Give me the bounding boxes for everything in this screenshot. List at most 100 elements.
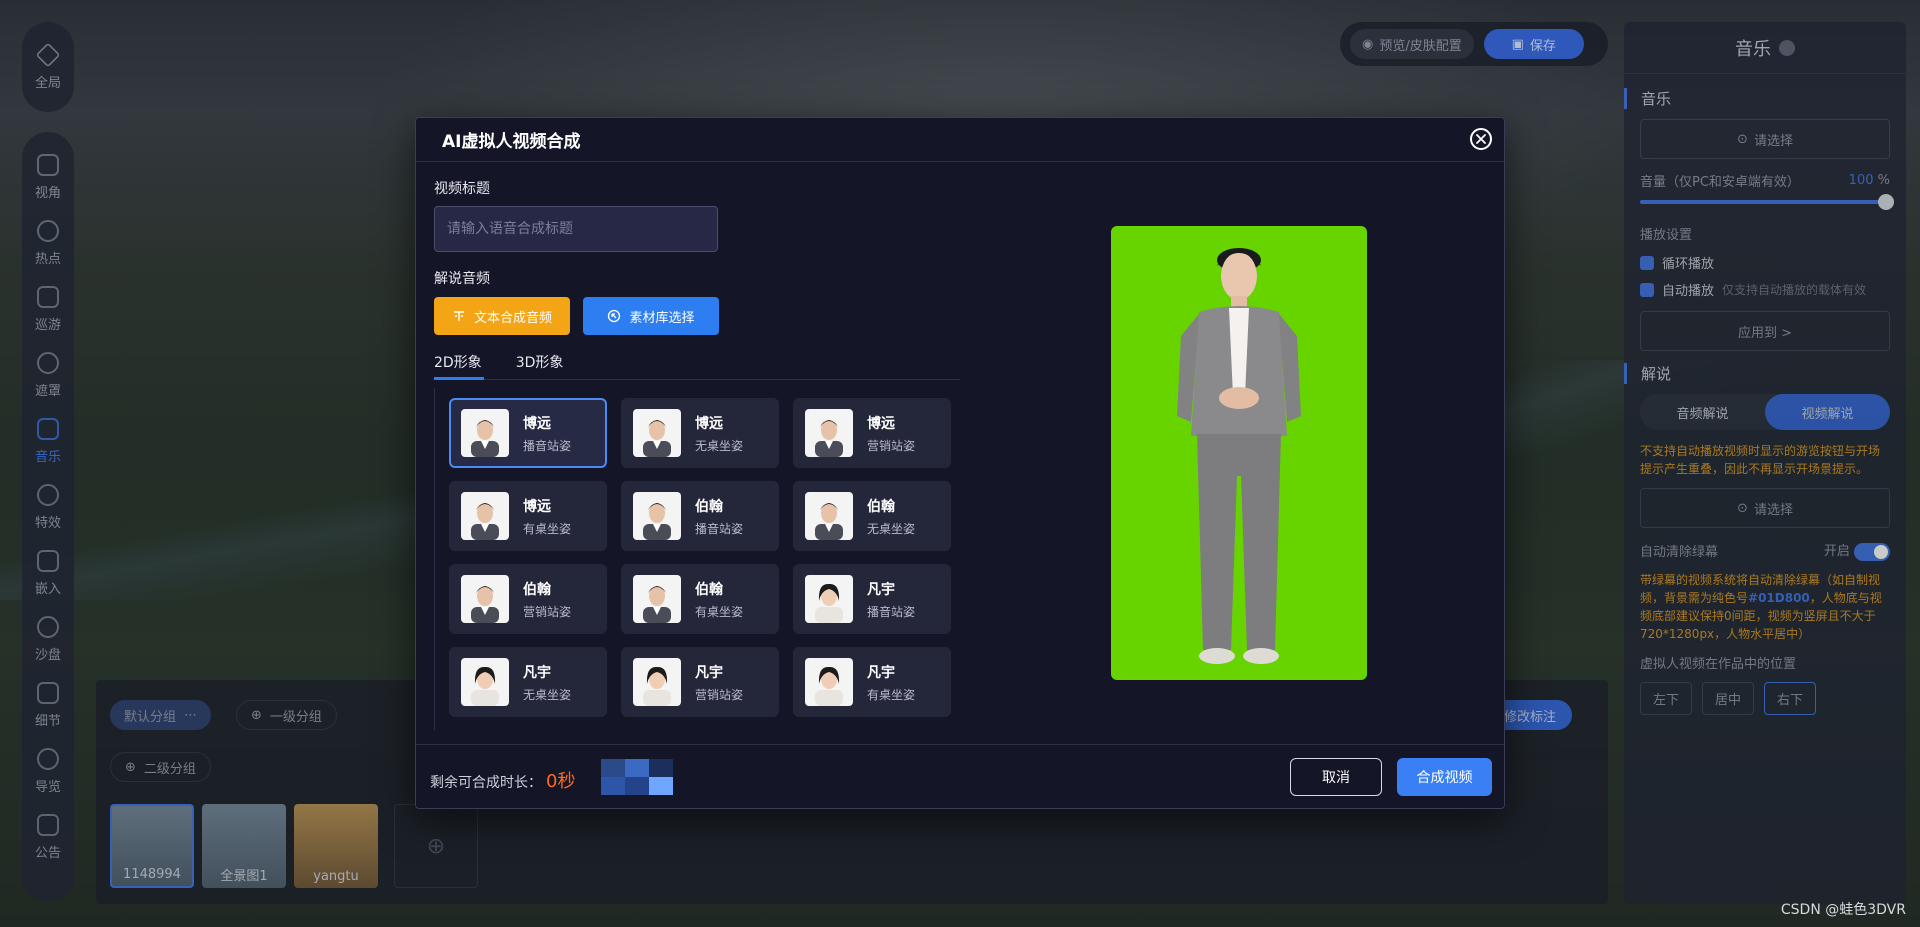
avatar-card[interactable]: 博远 有桌坐姿 — [449, 481, 607, 551]
avatar-pose: 播音站姿 — [695, 521, 744, 536]
music-icon — [36, 418, 59, 440]
avatar-info: 伯翰 有桌坐姿 — [695, 579, 743, 620]
level1-group-label: 一级分组 — [269, 709, 322, 725]
apply-to-button[interactable]: 应用到 > — [1640, 311, 1890, 351]
volume-row: 音量（仅PC和安卓端有效） 100 % — [1640, 171, 1890, 190]
avatar-info: 伯翰 营销站姿 — [523, 579, 571, 620]
avatar-card[interactable]: 伯翰 营销站姿 — [449, 564, 607, 634]
position-label: 虚拟人视频在作品中的位置 — [1640, 656, 1797, 672]
narration-audio-label: 解说音频 — [434, 271, 490, 287]
sidebar-item-guide-flag[interactable]: 导览 — [35, 748, 61, 814]
auto-clear-row: 自动清除绿幕 开启 — [1640, 540, 1890, 561]
add-scene-button[interactable]: ⊕ — [394, 804, 478, 888]
text-to-audio-label: 文本合成音频 — [473, 310, 552, 326]
level1-group-chip[interactable]: ⊕ 一级分组 — [236, 700, 337, 730]
help-icon[interactable] — [1779, 39, 1795, 56]
autoplay-note: 仅支持自动播放的载体有效 — [1722, 283, 1867, 297]
save-icon: ▣ — [1511, 36, 1524, 52]
sidebar-item-music[interactable]: 音乐 — [35, 418, 61, 484]
sidebar-item-detail-zoom[interactable]: 细节 — [35, 682, 61, 748]
right-settings-panel: 音乐 音乐 ⊙ 请选择 音量（仅PC和安卓端有效） 100 % 播放设置 循环播… — [1624, 22, 1906, 904]
more-icon: ⋯ — [184, 707, 198, 723]
narration-select-button[interactable]: ⊙ 请选择 — [1640, 488, 1890, 528]
position-bottom-left[interactable]: 左下 — [1640, 681, 1693, 715]
panel-title: 音乐 — [1624, 22, 1906, 74]
level2-group-label: 二级分组 — [143, 761, 196, 777]
avatar-preview — [1111, 226, 1367, 680]
material-library-button[interactable]: 素材库选择 — [583, 297, 719, 335]
pixelated-redaction — [601, 759, 673, 795]
scene-thumb[interactable]: 全景图1 — [202, 804, 286, 888]
avatar-card[interactable]: 博远 播音站姿 — [449, 398, 607, 468]
avatar-card[interactable]: 伯翰 有桌坐姿 — [621, 564, 779, 634]
remaining-label: 剩余可合成时长： — [430, 775, 542, 791]
cancel-button[interactable]: 取消 — [1290, 758, 1382, 796]
sidebar-item-sandbox[interactable]: 沙盘 — [35, 616, 61, 682]
tab-3d-avatar[interactable]: 3D形象 — [516, 346, 564, 379]
sidebar-item-mask[interactable]: 遮罩 — [35, 352, 61, 418]
avatar-info: 博远 播音站姿 — [523, 413, 571, 454]
avatar-card[interactable]: 博远 无桌坐姿 — [621, 398, 779, 468]
avatar-grid-container: 博远 播音站姿 博远 无桌坐姿 博远 营销站姿 博远 有桌坐姿 伯翰 播音站姿 伯翰 无桌坐姿 伯翰 营销… — [434, 388, 960, 730]
sidebar-item-label: 遮罩 — [34, 384, 61, 399]
avatar-pose: 有桌坐姿 — [867, 687, 916, 702]
avatar-name: 博远 — [867, 415, 895, 432]
default-group-chip[interactable]: 默认分组 ⋯ — [110, 700, 212, 730]
sidebar-item-tour[interactable]: 巡游 — [35, 286, 61, 352]
avatar-card[interactable]: 凡宇 播音站姿 — [793, 564, 951, 634]
default-group-label: 默认分组 — [124, 709, 177, 725]
auto-clear-state: 开启 — [1823, 544, 1850, 559]
avatar-card[interactable]: 伯翰 播音站姿 — [621, 481, 779, 551]
save-button[interactable]: ▣ 保存 — [1483, 29, 1584, 59]
tab-2d-avatar[interactable]: 2D形象 — [434, 346, 484, 380]
playback-settings-label: 播放设置 — [1640, 228, 1693, 243]
avatar-card[interactable]: 博远 营销站姿 — [793, 398, 951, 468]
avatar-pose: 有桌坐姿 — [695, 604, 744, 619]
remaining-value: 0秒 — [546, 771, 576, 792]
sidebar-item-announcement[interactable]: 公告 — [35, 814, 61, 880]
loop-checkbox[interactable]: 循环播放 — [1640, 253, 1890, 272]
avatar-card[interactable]: 凡宇 有桌坐姿 — [793, 647, 951, 717]
avatar-thumbnail — [461, 575, 509, 623]
avatar-name: 伯翰 — [523, 581, 551, 598]
apply-to-label: 应用到 > — [1737, 325, 1793, 341]
avatar-pose: 营销站姿 — [695, 687, 744, 702]
avatar-card[interactable]: 凡宇 营销站姿 — [621, 647, 779, 717]
avatar-thumbnail — [633, 409, 681, 457]
position-center[interactable]: 居中 — [1702, 681, 1755, 715]
position-bottom-right[interactable]: 右下 — [1764, 681, 1817, 715]
level2-group-chip[interactable]: ⊕ 二级分组 — [110, 752, 211, 782]
close-button[interactable] — [1470, 128, 1492, 150]
scene-thumb[interactable]: yangtu — [294, 804, 378, 888]
sidebar-item-effects[interactable]: 特效 — [35, 484, 61, 550]
avatar-card[interactable]: 伯翰 无桌坐姿 — [793, 481, 951, 551]
music-select-label: 请选择 — [1753, 133, 1793, 149]
video-title-input[interactable] — [434, 206, 718, 252]
music-select-button[interactable]: ⊙ 请选择 — [1640, 119, 1890, 159]
avatar-thumbnail — [461, 492, 509, 540]
avatar-name: 伯翰 — [695, 581, 723, 598]
avatar-info: 伯翰 无桌坐姿 — [867, 496, 915, 537]
scene-thumb[interactable]: 1148994 — [110, 804, 194, 888]
synthesize-video-button[interactable]: 合成视频 — [1397, 758, 1492, 796]
avatar-info: 凡宇 有桌坐姿 — [867, 662, 915, 703]
volume-value[interactable]: 100 — [1849, 173, 1874, 188]
green-screen-warning: 带绿幕的视频系统将自动清除绿幕（如自制视频，背景需为纯色号#01D800，人物底… — [1640, 571, 1890, 643]
global-nav[interactable]: 全局 — [22, 22, 74, 112]
tts-icon — [453, 311, 464, 321]
sidebar-item-hotspot[interactable]: 热点 — [35, 220, 61, 286]
auto-clear-toggle[interactable] — [1854, 542, 1890, 561]
sidebar-item-camera-view[interactable]: 视角 — [35, 154, 61, 220]
volume-slider[interactable] — [1640, 194, 1894, 210]
tab-audio-narration[interactable]: 音频解说 — [1640, 394, 1765, 430]
avatar-grid: 博远 播音站姿 博远 无桌坐姿 博远 营销站姿 博远 有桌坐姿 伯翰 播音站姿 伯翰 无桌坐姿 伯翰 营销… — [449, 398, 951, 717]
sidebar-item-embed[interactable]: 嵌入 — [35, 550, 61, 616]
avatar-name: 凡宇 — [867, 581, 895, 598]
tab-video-narration[interactable]: 视频解说 — [1765, 394, 1890, 430]
avatar-thumbnail — [805, 492, 853, 540]
preview-skin-button[interactable]: ◉ 预览/皮肤配置 — [1350, 29, 1474, 59]
avatar-card[interactable]: 凡宇 无桌坐姿 — [449, 647, 607, 717]
autoplay-checkbox[interactable]: 自动播放 仅支持自动播放的载体有效 — [1640, 280, 1890, 299]
avatar-name: 博远 — [695, 415, 723, 432]
text-to-audio-button[interactable]: 文本合成音频 — [434, 297, 570, 335]
